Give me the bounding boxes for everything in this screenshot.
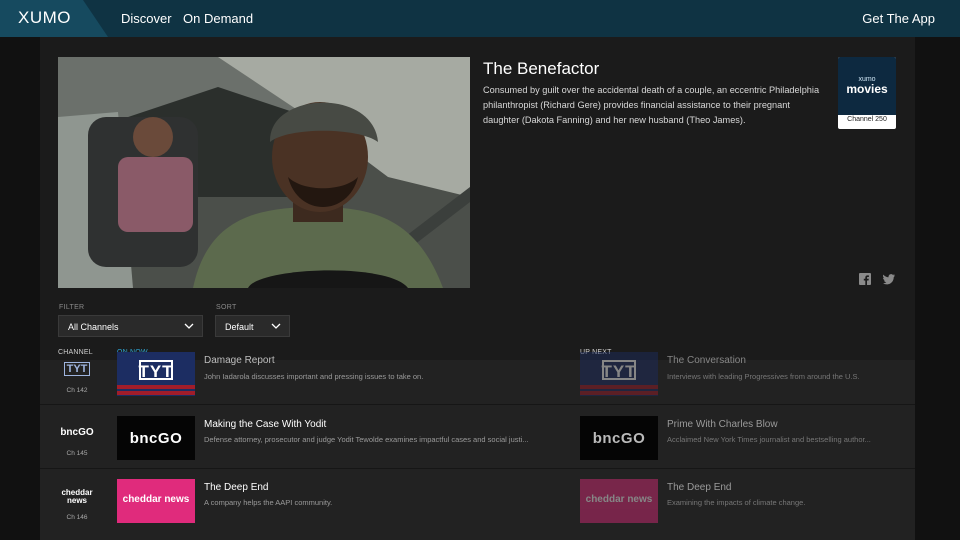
- video-frame: [58, 57, 470, 288]
- program-title[interactable]: Making the Case With Yodit: [204, 419, 326, 430]
- channel-number: Channel 250: [847, 116, 887, 123]
- filter-dropdown[interactable]: All Channels: [58, 315, 203, 337]
- program-description: Interviews with leading Progressives fro…: [667, 372, 860, 381]
- nav-discover[interactable]: Discover: [121, 11, 172, 26]
- program-description: Acclaimed New York Times journalist and …: [667, 435, 871, 444]
- program-title: The Benefactor: [483, 59, 600, 78]
- program-thumbnail[interactable]: TYT: [117, 352, 195, 396]
- channel-number: Ch 145: [66, 450, 88, 457]
- program-title[interactable]: Damage Report: [204, 355, 275, 366]
- nav-on-demand[interactable]: On Demand: [183, 11, 253, 26]
- video-player[interactable]: [58, 57, 470, 288]
- program-description: John Iadarola discusses important and pr…: [204, 372, 424, 381]
- channel-brand-main: movies: [846, 82, 888, 96]
- program-title[interactable]: The Deep End: [204, 482, 269, 493]
- sort-value: Default: [225, 322, 254, 332]
- channel-logo-tyt[interactable]: TYT: [48, 359, 106, 377]
- top-nav: XUMO Discover On Demand Get The App: [0, 0, 960, 37]
- channel-logo-bncgo[interactable]: bncGO: [48, 427, 106, 438]
- channel-number: Ch 146: [66, 514, 88, 521]
- filter-label: FILTER: [59, 304, 85, 311]
- program-thumbnail[interactable]: cheddar news: [580, 479, 658, 523]
- facebook-icon[interactable]: [859, 273, 871, 285]
- program-thumbnail[interactable]: bncGO: [117, 416, 195, 460]
- filter-value: All Channels: [68, 322, 119, 332]
- program-thumbnail[interactable]: cheddar news: [117, 479, 195, 523]
- program-description: Defense attorney, prosecutor and judge Y…: [204, 435, 529, 444]
- program-thumbnail[interactable]: TYT: [580, 352, 658, 396]
- program-description: A company helps the AAPI community.: [204, 498, 333, 507]
- channel-number: Ch 142: [66, 387, 88, 394]
- program-thumbnail[interactable]: bncGO: [580, 416, 658, 460]
- program-description: Examining the impacts of climate change.: [667, 498, 806, 507]
- header-channel: CHANNEL: [58, 349, 93, 356]
- twitter-icon[interactable]: [883, 273, 895, 285]
- program-description: Consumed by guilt over the accidental de…: [483, 85, 820, 125]
- chevron-down-icon: [271, 323, 281, 329]
- program-title[interactable]: The Deep End: [667, 482, 732, 493]
- sort-label: SORT: [216, 304, 237, 311]
- get-the-app-link[interactable]: Get The App: [862, 11, 935, 26]
- chevron-down-icon: [184, 323, 194, 329]
- program-title[interactable]: The Conversation: [667, 355, 746, 366]
- program-title[interactable]: Prime With Charles Blow: [667, 419, 778, 430]
- channel-card[interactable]: xumo movies Channel 250: [838, 57, 896, 129]
- xumo-logo[interactable]: XUMO: [18, 8, 71, 28]
- channel-logo-art: xumo movies: [838, 57, 896, 115]
- sort-dropdown[interactable]: Default: [215, 315, 290, 337]
- channel-logo-cheddar[interactable]: cheddar news: [48, 489, 106, 505]
- logo-container[interactable]: XUMO: [0, 0, 108, 37]
